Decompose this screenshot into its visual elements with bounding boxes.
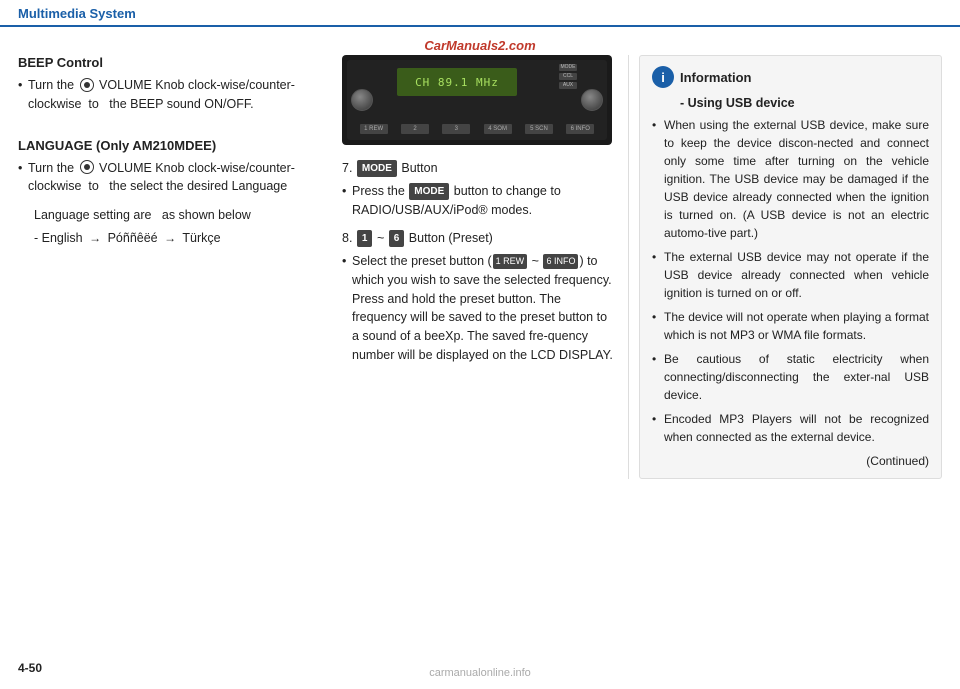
preset-btn-3: 3: [442, 124, 470, 134]
preset-btn-1: 1 REW: [360, 124, 388, 134]
step-8-list: Select the preset button (1 REW ~ 6 INFO…: [342, 252, 614, 365]
continued-label: (Continued): [652, 454, 929, 468]
right-column: i Information - Using USB device When us…: [628, 55, 942, 479]
language-list: Turn the VOLUME Knob clock-wise/counter-…: [18, 159, 310, 197]
step-7-header: 7. MODE Button: [342, 159, 614, 178]
radio-display: CH 89.1 MHz: [397, 68, 517, 96]
footer-watermark: carmanualonline.info: [429, 667, 531, 679]
radio-unit: CH 89.1 MHz MODE CCL AUX 1 REW 2 3 4 SOM…: [347, 60, 607, 140]
language-indent1: Language setting are as shown below: [18, 206, 310, 225]
step-7-item: Press the MODE button to change to RADIO…: [342, 182, 614, 220]
step-8-tilde: ~: [377, 231, 388, 245]
preset-btn-2: 2: [401, 124, 429, 134]
step-7-list: Press the MODE button to change to RADIO…: [342, 182, 614, 220]
info-bullet-5: Encoded MP3 Players will not be recogniz…: [652, 410, 929, 446]
step-7: 7. MODE Button Press the MODE button to …: [342, 159, 614, 219]
info-icon: i: [652, 66, 674, 88]
main-content: BEEP Control Turn the VOLUME Knob clock-…: [0, 27, 960, 497]
step-8-header: 8. 1 ~ 6 Button (Preset): [342, 229, 614, 248]
left-knob: [351, 89, 373, 111]
info-subtitle: - Using USB device: [680, 96, 929, 110]
right-knob: [581, 89, 603, 111]
info-title: Information: [680, 70, 752, 85]
middle-column: CH 89.1 MHz MODE CCL AUX 1 REW 2 3 4 SOM…: [328, 55, 628, 479]
info-bullet-3: The device will not operate when playing…: [652, 308, 929, 344]
header-title: Multimedia System: [18, 6, 136, 21]
beep-control-item: Turn the VOLUME Knob clock-wise/counter-…: [18, 76, 310, 114]
header-bar: Multimedia System: [0, 0, 960, 27]
preset-btn-5: 5 SCN: [525, 124, 553, 134]
info-bullet-2: The external USB device may not operate …: [652, 248, 929, 302]
mode-badge: MODE: [357, 160, 397, 177]
step-8-number: 8.: [342, 231, 356, 245]
step-7-label: Button: [401, 161, 437, 175]
preset-badge-1: 1: [357, 230, 373, 247]
mode-badge-inline: MODE: [409, 183, 449, 200]
watermark: CarManuals2.com: [424, 38, 535, 53]
radio-side-btn-3: AUX: [559, 82, 577, 89]
step-8-label: Button (Preset): [409, 231, 493, 245]
info-bullets-list: When using the external USB device, make…: [652, 116, 929, 446]
step-8-item: Select the preset button (1 REW ~ 6 INFO…: [342, 252, 614, 365]
badge-1-rew: 1 REW: [493, 254, 528, 270]
step-8: 8. 1 ~ 6 Button (Preset) Select the pres…: [342, 229, 614, 364]
info-box: i Information - Using USB device When us…: [639, 55, 942, 479]
language-header: LANGUAGE (Only AM210MDEE): [18, 138, 310, 153]
preset-buttons-row: 1 REW 2 3 4 SOM 5 SCN 6 INFO: [347, 124, 607, 134]
info-bullet-1: When using the external USB device, make…: [652, 116, 929, 242]
language-indent2: - English → Póññêëé → Türkçe: [18, 229, 310, 248]
radio-image: CH 89.1 MHz MODE CCL AUX 1 REW 2 3 4 SOM…: [342, 55, 612, 145]
arrow-icon1: →: [89, 229, 101, 247]
radio-side-buttons: MODE CCL AUX: [559, 64, 577, 89]
preset-badge-6: 6: [389, 230, 405, 247]
info-bullet-4: Be cautious of static electricity when c…: [652, 350, 929, 404]
radio-display-text: CH 89.1 MHz: [415, 76, 499, 89]
language-item: Turn the VOLUME Knob clock-wise/counter-…: [18, 159, 310, 197]
info-box-header: i Information: [652, 66, 929, 88]
left-column: BEEP Control Turn the VOLUME Knob clock-…: [18, 55, 328, 479]
volume-knob-icon2: [80, 160, 94, 174]
radio-side-btn-1: MODE: [559, 64, 577, 71]
badge-6-info: 6 INFO: [543, 254, 578, 270]
volume-knob-icon: [80, 78, 94, 92]
step-7-number: 7.: [342, 161, 356, 175]
arrow-icon2: →: [164, 229, 176, 247]
preset-btn-6: 6 INFO: [566, 124, 594, 134]
beep-control-header: BEEP Control: [18, 55, 310, 70]
beep-control-list: Turn the VOLUME Knob clock-wise/counter-…: [18, 76, 310, 114]
preset-btn-4: 4 SOM: [484, 124, 512, 134]
radio-side-btn-2: CCL: [559, 73, 577, 80]
page-number: 4-50: [18, 661, 42, 675]
